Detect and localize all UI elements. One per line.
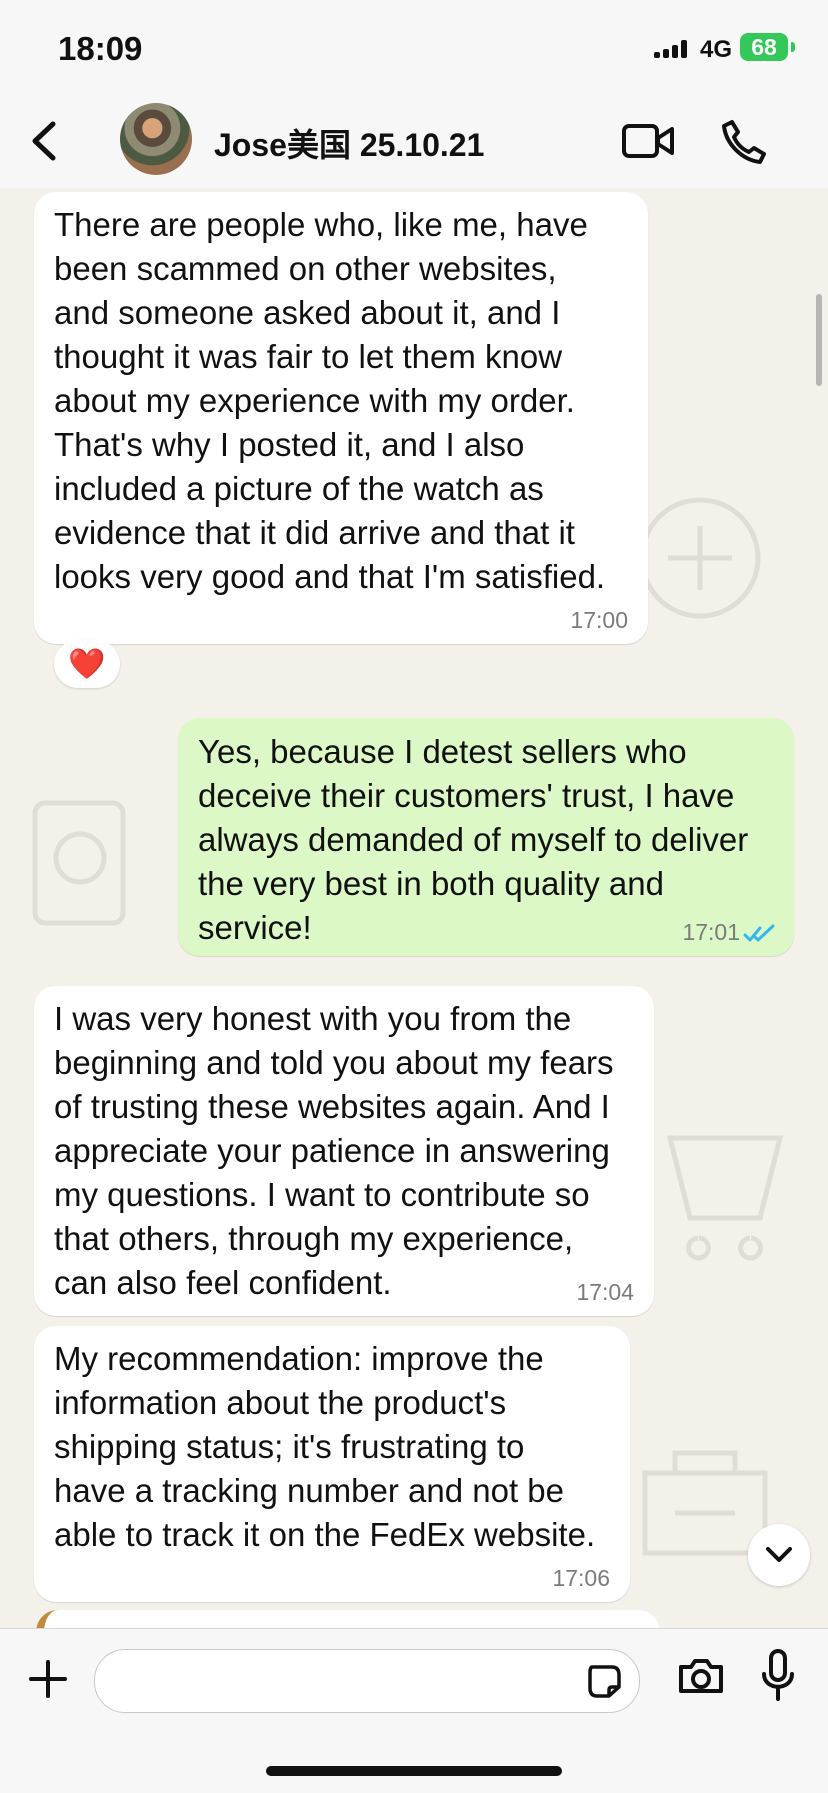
message-time: 17:00 — [570, 607, 628, 633]
message-bubble[interactable]: Yes, because I detest sellers who deceiv… — [178, 718, 794, 956]
home-indicator[interactable] — [266, 1766, 562, 1776]
scroll-down-button[interactable] — [748, 1524, 810, 1586]
back-button[interactable] — [22, 116, 72, 166]
message-text: I was very honest with you from the begi… — [54, 1000, 614, 1301]
battery-icon: 68 — [740, 33, 795, 61]
message-text: There are people who, like me, have been… — [54, 206, 606, 595]
message-bubble[interactable]: My recommendation: improve the informati… — [34, 1326, 630, 1602]
phone-icon — [722, 120, 766, 164]
scrollbar[interactable] — [816, 294, 822, 386]
avatar[interactable] — [120, 103, 192, 175]
sticker-icon[interactable] — [585, 1662, 623, 1700]
doodle-pattern — [666, 1135, 784, 1261]
message-text: Yes, because I detest sellers who deceiv… — [198, 733, 749, 946]
message-time: 17:01 — [682, 919, 740, 945]
read-receipt-icon — [743, 924, 775, 942]
message-time: 17:04 — [576, 1279, 634, 1305]
voice-call-button[interactable] — [718, 116, 768, 166]
microphone-icon — [762, 1649, 794, 1701]
message-text: My recommendation: improve the informati… — [54, 1340, 596, 1553]
camera-button[interactable] — [676, 1651, 726, 1701]
message-input-field[interactable] — [94, 1649, 640, 1713]
reaction-badge[interactable]: ❤️ — [54, 640, 120, 688]
status-time: 18:09 — [58, 30, 143, 67]
camera-icon — [679, 1659, 723, 1693]
message-time: 17:06 — [552, 1565, 610, 1591]
video-camera-icon — [622, 124, 674, 158]
message-bubble[interactable]: There are people who, like me, have been… — [34, 192, 648, 644]
plus-icon — [29, 1660, 67, 1698]
video-call-button[interactable] — [620, 118, 676, 164]
network-label: 4G — [700, 36, 733, 63]
doodle-pattern — [32, 800, 126, 926]
chevron-left-icon — [32, 121, 56, 161]
chat-header: Jose美国 25.10.21 — [0, 96, 828, 189]
message-input[interactable] — [113, 1660, 557, 1702]
message-bubble[interactable]: I was very honest with you from the begi… — [34, 986, 654, 1316]
attach-button[interactable] — [26, 1657, 70, 1701]
contact-name[interactable]: Jose美国 25.10.21 — [214, 120, 484, 166]
signal-icon — [654, 40, 694, 58]
microphone-button[interactable] — [758, 1647, 798, 1703]
status-bar: 18:09 4G 68 — [0, 0, 828, 96]
chevron-down-icon — [766, 1547, 792, 1562]
